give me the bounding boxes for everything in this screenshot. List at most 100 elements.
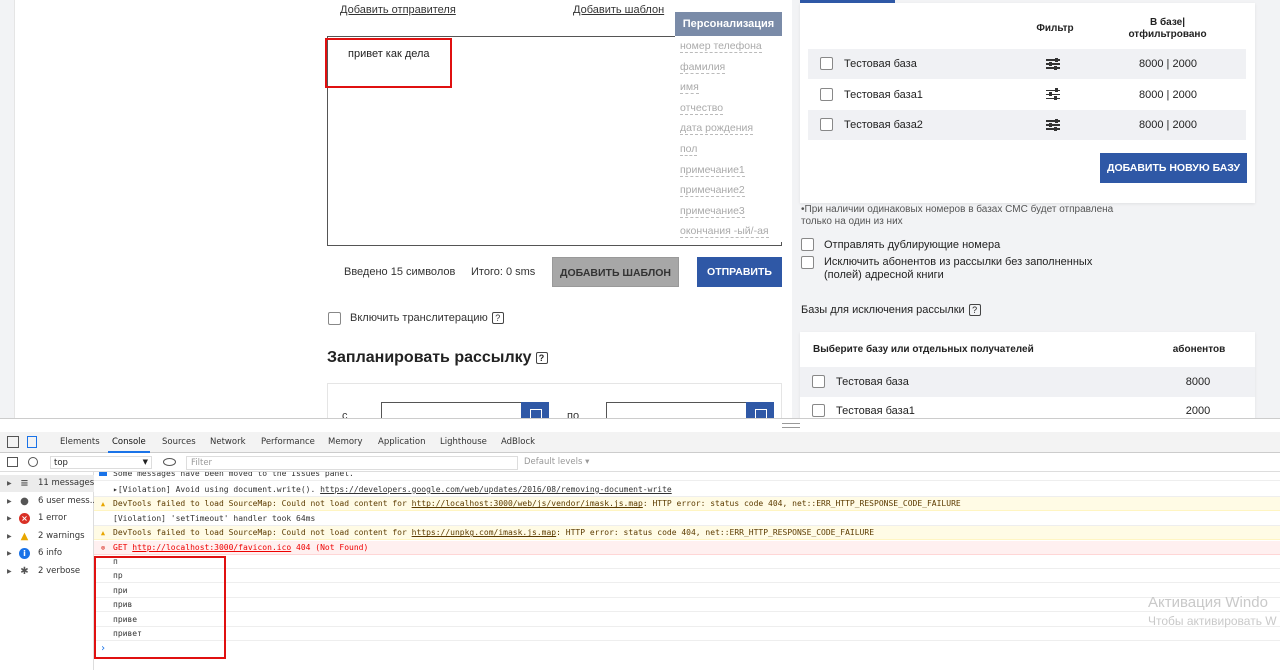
console-filter-input[interactable]: Filter	[186, 456, 518, 470]
schedule-title: Запланировать рассылку?	[327, 349, 548, 367]
highlight-box-message	[325, 38, 452, 88]
expand-arrow-icon: ▶	[7, 480, 12, 487]
exclusion-title-text: Базы для исключения рассылки	[801, 304, 965, 316]
date-from-label: с	[342, 410, 348, 418]
tab-console[interactable]: Console	[108, 437, 150, 453]
help-icon[interactable]: ?	[535, 351, 548, 364]
active-tab-indicator	[800, 0, 895, 3]
message-link[interactable]: http://localhost:3000/web/js/vendor/imas…	[412, 499, 643, 508]
personalization-item[interactable]: отчество	[675, 98, 782, 119]
clear-console-icon[interactable]	[28, 457, 38, 467]
base-count: 8000 | 2000	[1139, 88, 1197, 101]
row-checkbox[interactable]	[820, 87, 833, 101]
row-checkbox[interactable]	[812, 375, 825, 388]
inspect-icon[interactable]	[7, 436, 19, 448]
sidebar-item[interactable]: ▶ × 1 error	[0, 510, 94, 527]
add-template-button[interactable]: ДОБАВИТЬ ШАБЛОН	[552, 257, 679, 287]
filter-icon[interactable]	[1046, 57, 1060, 70]
sidebar-item[interactable]: ▶ ✱ 2 verbose	[0, 563, 94, 580]
console-text: DevTools failed to load SourceMap: Could…	[113, 497, 961, 511]
message-link[interactable]: https://unpkg.com/imask.js.map	[412, 528, 557, 537]
exclusion-count-header: абонентов	[1172, 344, 1226, 355]
personalization-item-label: дата рождения	[680, 122, 754, 136]
calendar-icon[interactable]	[746, 402, 774, 418]
expand-arrow-icon: ▶	[7, 568, 12, 575]
personalization-item[interactable]: фамилия	[675, 57, 782, 78]
date-from-input[interactable]	[381, 402, 549, 418]
filter-icon[interactable]	[1046, 88, 1060, 100]
tab-elements[interactable]: Elements	[60, 437, 100, 447]
expand-arrow-icon: ▶	[7, 497, 12, 505]
add-new-base-button[interactable]: ДОБАВИТЬ НОВУЮ БАЗУ	[1100, 153, 1247, 183]
sidebar-toggle-icon[interactable]	[7, 457, 18, 467]
personalization-item[interactable]: примечание3	[675, 201, 782, 222]
table-row: Тестовая база2 8000 | 2000	[808, 110, 1246, 140]
message-text-tail: : HTTP error: status code 404, net::ERR_…	[556, 528, 875, 538]
log-levels-dropdown[interactable]: Default levels ▾	[524, 457, 589, 467]
personalization-item[interactable]: номер телефона	[675, 36, 782, 57]
help-icon[interactable]: ?	[968, 304, 981, 317]
filter-icon[interactable]	[1046, 118, 1060, 131]
tab-network[interactable]: Network	[210, 437, 246, 447]
date-to-input[interactable]	[606, 402, 774, 418]
sidebar-item[interactable]: ▶ ● 6 user mess...	[0, 493, 98, 510]
context-selector[interactable]: top ▼	[50, 456, 152, 469]
filter-placeholder: Filter	[191, 458, 213, 468]
personalization-panel: Персонализация номер телефона фамилия имя о…	[675, 12, 782, 242]
add-template-link[interactable]: Добавить шаблон	[573, 4, 664, 16]
send-button[interactable]: ОТПРАВИТЬ	[697, 257, 782, 287]
send-duplicates-checkbox[interactable]	[801, 238, 814, 251]
duplicates-note-1: •При наличии одинаковых номеров в базах …	[801, 204, 1114, 215]
row-checkbox[interactable]	[812, 404, 825, 417]
tab-adblock[interactable]: AdBlock	[501, 437, 535, 447]
transliteration-checkbox[interactable]	[328, 312, 341, 325]
table-row: Тестовая база 8000 | 2000	[808, 49, 1246, 79]
message-link[interactable]: http://localhost:3000/favicon.ico	[132, 543, 291, 552]
sidebar-item[interactable]: ▶ i 6 info	[0, 545, 94, 562]
row-checkbox[interactable]	[820, 118, 833, 131]
sidebar-item-label: 2 verbose	[38, 566, 81, 576]
tab-performance[interactable]: Performance	[261, 437, 315, 447]
exclusion-base-name: Тестовая база1	[836, 405, 915, 417]
filter-column-header: Фильтр	[1036, 23, 1074, 34]
base-name: Тестовая база1	[844, 88, 923, 101]
add-sender-link[interactable]: Добавить отправителя	[340, 4, 456, 16]
console-message: Some messages have been moved to the Iss…	[94, 472, 1280, 481]
eye-icon[interactable]	[163, 458, 176, 466]
warning-icon: ▲	[100, 500, 106, 509]
tab-memory[interactable]: Memory	[328, 437, 363, 447]
devtools-resize-handle[interactable]	[0, 418, 1280, 432]
tab-lighthouse[interactable]: Lighthouse	[440, 437, 487, 447]
personalization-item-label: отчество	[680, 101, 724, 115]
calendar-icon[interactable]	[521, 402, 549, 418]
tab-application[interactable]: Application	[378, 437, 426, 447]
error-icon: ⊗	[100, 543, 106, 552]
tab-sources[interactable]: Sources	[162, 437, 196, 447]
personalization-item[interactable]: пол	[675, 139, 782, 160]
sidebar-item-label: 1 error	[38, 513, 67, 524]
personalization-item[interactable]: имя	[675, 77, 782, 98]
personalization-item[interactable]: примечание1	[675, 160, 782, 181]
row-checkbox[interactable]	[820, 57, 833, 70]
bug-icon: ✱	[20, 566, 29, 577]
console-message: [Violation] 'setTimeout' handler took 64…	[94, 512, 1280, 526]
left-panel-content	[14, 0, 310, 418]
console-output: Some messages have been moved to the Iss…	[94, 472, 1280, 670]
windows-activation-subtitle: Чтобы активировать W	[1148, 614, 1277, 628]
exclusion-base-count: 8000	[1185, 376, 1211, 388]
message-link[interactable]: https://developers.google.com/web/update…	[320, 485, 672, 494]
sidebar-item-label: 2 warnings	[38, 530, 85, 541]
exclude-empty-checkbox[interactable]	[801, 256, 814, 269]
personalization-item[interactable]: примечание2	[675, 180, 782, 201]
console-message: прив	[94, 598, 1280, 613]
console-message: ⊗ GET http://localhost:3000/favicon.ico 4…	[94, 540, 1280, 555]
device-toolbar-icon[interactable]	[27, 436, 37, 448]
devtools-tabbar: Elements Console Sources Network Performance…	[0, 432, 1280, 453]
sidebar-item[interactable]: ▶ ≡ 11 messages	[0, 475, 94, 492]
personalization-item-label: пол	[680, 142, 698, 156]
personalization-item[interactable]: дата рождения	[675, 118, 782, 139]
sidebar-item[interactable]: ▶ ▲ 2 warnings	[0, 528, 94, 545]
personalization-item[interactable]: окончания -ый/-ая	[675, 221, 782, 242]
message-text: ▸[Violation] Avoid using document.write(…	[113, 485, 321, 494]
help-icon[interactable]: ?	[491, 312, 504, 325]
